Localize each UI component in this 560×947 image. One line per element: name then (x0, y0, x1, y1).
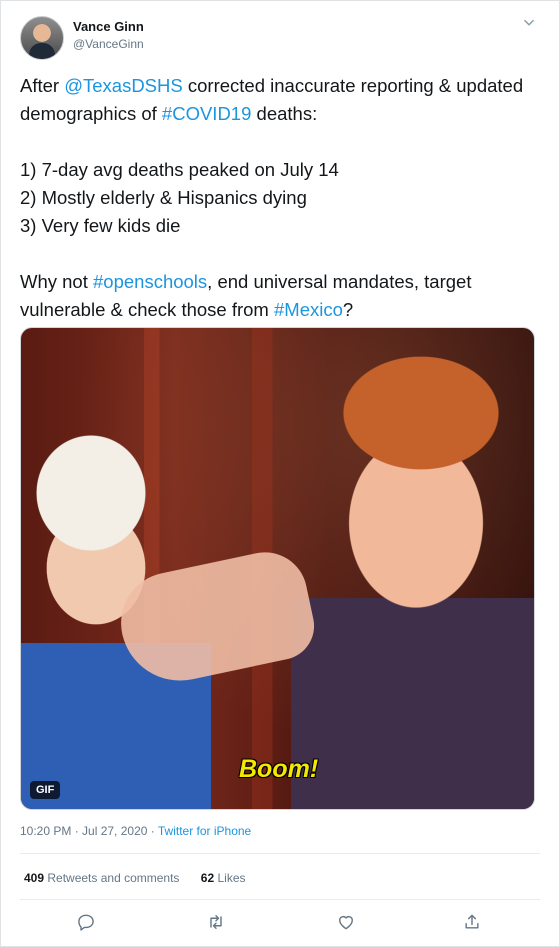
timestamp[interactable]: 10:20 PM · Jul 27, 2020 · (20, 824, 158, 838)
gif-badge: GIF (30, 781, 61, 799)
likes-stat[interactable]: 62 Likes (201, 871, 246, 885)
source-link[interactable]: Twitter for iPhone (158, 824, 251, 838)
hashtag-mexico[interactable]: #Mexico (274, 299, 343, 320)
hashtag-openschools[interactable]: #openschools (93, 271, 207, 292)
author-name[interactable]: Vance Ginn (73, 19, 144, 34)
retweets-label: Retweets and comments (44, 871, 180, 885)
retweet-icon[interactable] (202, 908, 230, 936)
author-handle[interactable]: @VanceGinn (73, 37, 144, 51)
tweet-actions (0, 908, 560, 938)
text-segment: deaths: 1) 7-day avg deaths peaked on Ju… (20, 103, 339, 292)
divider (20, 853, 540, 854)
divider (20, 899, 540, 900)
text-segment: After (20, 75, 65, 96)
tweet-header: Vance Ginn @VanceGinn (20, 16, 540, 60)
retweets-stat[interactable]: 409 Retweets and comments (24, 871, 179, 885)
engagement-stats: 409 Retweets and comments 62 Likes (24, 871, 246, 885)
gif-caption: Boom! (239, 755, 319, 783)
tweet-meta: 10:20 PM · Jul 27, 2020 · Twitter for iP… (20, 824, 251, 838)
avatar[interactable] (20, 16, 64, 60)
likes-count: 62 (200, 871, 215, 885)
text-segment: ? (342, 299, 354, 320)
reply-icon[interactable] (72, 908, 100, 936)
media-figure-right (291, 338, 534, 809)
heart-icon[interactable] (332, 908, 360, 936)
share-icon[interactable] (458, 908, 486, 936)
mention-link[interactable]: @TexasDSHS (64, 75, 183, 96)
tweet-text: After @TexasDSHS corrected inaccurate re… (20, 72, 535, 324)
retweets-count: 409 (24, 871, 45, 885)
likes-label: Likes (214, 871, 246, 885)
gif-media[interactable]: Boom! GIF (20, 327, 535, 810)
hashtag-covid19[interactable]: #COVID19 (162, 103, 251, 124)
chevron-down-icon[interactable] (522, 16, 536, 33)
